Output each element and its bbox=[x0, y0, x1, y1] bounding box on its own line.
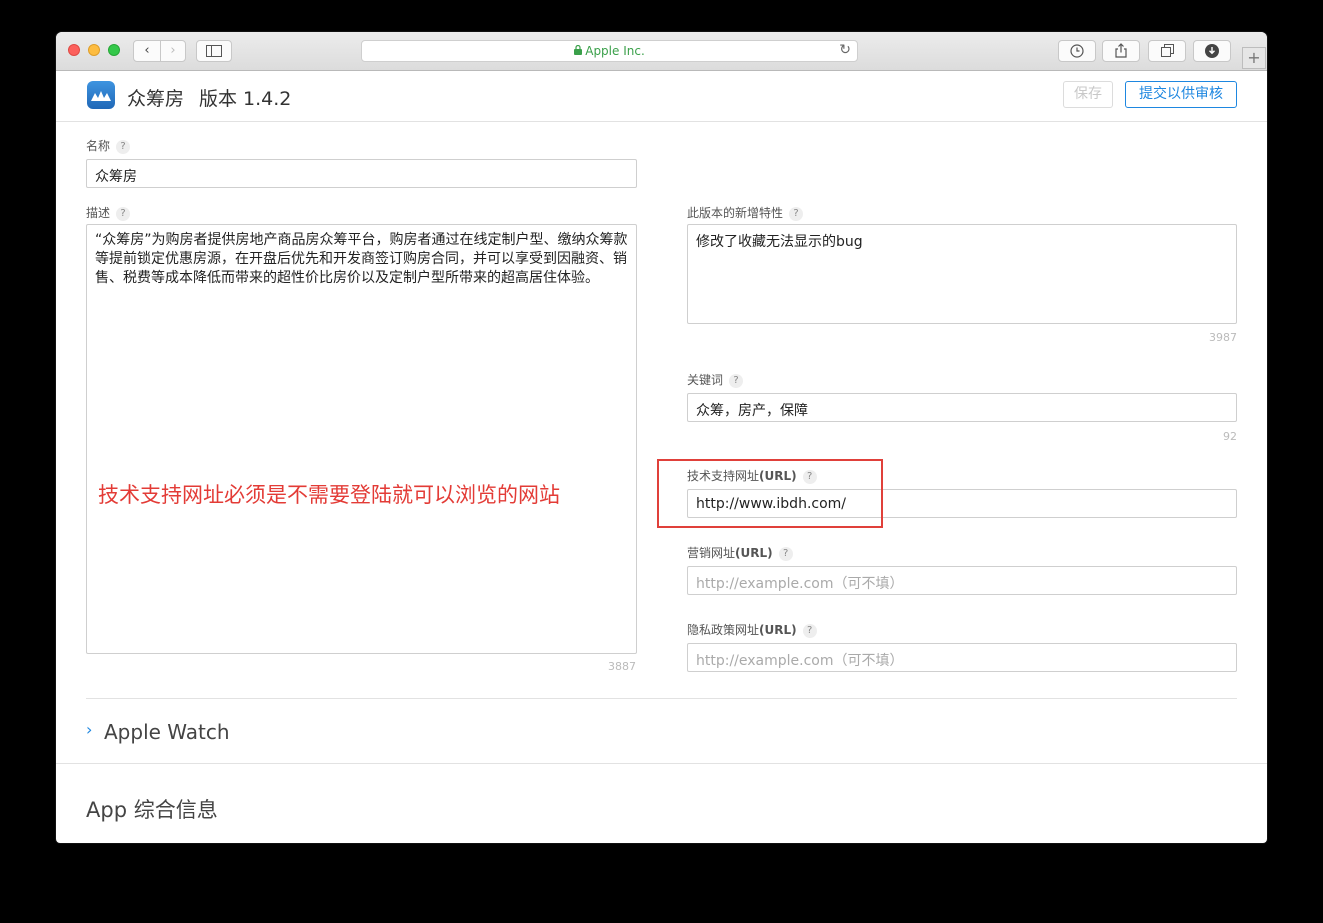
keywords-label: 关键词? bbox=[687, 371, 744, 388]
close-window-button[interactable] bbox=[68, 44, 80, 56]
history-button[interactable] bbox=[1058, 40, 1096, 62]
marketing-url-label: 营销网址(URL)? bbox=[687, 544, 793, 561]
share-icon bbox=[1115, 43, 1127, 58]
help-icon[interactable]: ? bbox=[116, 207, 131, 221]
chevron-right-icon[interactable]: › bbox=[86, 720, 92, 739]
marketing-url-input[interactable]: http://example.com（可不填） bbox=[687, 566, 1237, 595]
sidebar-toggle-button[interactable] bbox=[196, 40, 232, 62]
help-icon[interactable]: ? bbox=[789, 207, 804, 221]
address-text: Apple Inc. bbox=[585, 44, 645, 58]
share-button[interactable] bbox=[1102, 40, 1140, 62]
annotation-text: 技术支持网址必须是不需要登陆就可以浏览的网站 bbox=[98, 483, 560, 507]
section-divider bbox=[86, 698, 1237, 699]
browser-toolbar: ‹ › Apple Inc. ↻ + bbox=[56, 32, 1267, 71]
whats-new-textarea[interactable]: 修改了收藏无法显示的bug bbox=[687, 224, 1237, 324]
keywords-input[interactable]: 众筹，房产，保障 bbox=[687, 393, 1237, 422]
description-char-counter: 3887 bbox=[608, 660, 636, 673]
reload-icon[interactable]: ↻ bbox=[839, 42, 851, 58]
sidebar-icon bbox=[206, 45, 222, 57]
browser-window: ‹ › Apple Inc. ↻ + 众筹房 版本 1.4.2 保存 提交以供审… bbox=[56, 32, 1267, 843]
help-icon[interactable]: ? bbox=[778, 547, 793, 561]
lock-icon bbox=[574, 44, 583, 58]
apple-watch-section-toggle[interactable]: Apple Watch bbox=[104, 720, 230, 744]
whats-new-char-counter: 3987 bbox=[1209, 331, 1237, 344]
tabs-overview-button[interactable] bbox=[1148, 40, 1186, 62]
description-label: 描述? bbox=[86, 204, 131, 221]
highlight-box bbox=[657, 459, 883, 528]
tabs-icon bbox=[1160, 44, 1174, 57]
help-icon[interactable]: ? bbox=[116, 140, 131, 154]
whats-new-label: 此版本的新增特性? bbox=[687, 204, 804, 221]
name-label: 名称? bbox=[86, 137, 131, 154]
app-version: 版本 1.4.2 bbox=[199, 88, 292, 110]
help-icon[interactable]: ? bbox=[729, 374, 744, 388]
submit-for-review-button[interactable]: 提交以供审核 bbox=[1125, 81, 1237, 108]
keywords-char-counter: 92 bbox=[1223, 430, 1237, 443]
name-input[interactable]: 众筹房 bbox=[86, 159, 637, 188]
privacy-url-label: 隐私政策网址(URL)? bbox=[687, 621, 817, 638]
back-button[interactable]: ‹ bbox=[134, 41, 161, 61]
forward-button[interactable]: › bbox=[160, 41, 186, 61]
section-divider bbox=[56, 763, 1267, 764]
help-icon[interactable]: ? bbox=[802, 624, 817, 638]
description-textarea[interactable]: “众筹房”为购房者提供房地产商品房众筹平台，购房者通过在线定制户型、缴纳众筹款等… bbox=[86, 224, 637, 654]
app-logo-icon bbox=[87, 81, 115, 109]
clock-icon bbox=[1070, 44, 1084, 58]
app-header: 众筹房 版本 1.4.2 保存 提交以供审核 bbox=[56, 71, 1267, 122]
privacy-url-input[interactable]: http://example.com（可不填） bbox=[687, 643, 1237, 672]
app-info-section-title: App 综合信息 bbox=[86, 798, 218, 822]
download-icon bbox=[1205, 44, 1219, 58]
downloads-button[interactable] bbox=[1193, 40, 1231, 62]
new-tab-button[interactable]: + bbox=[1242, 47, 1266, 69]
navigation-buttons: ‹ › bbox=[133, 40, 186, 62]
address-bar[interactable]: Apple Inc. ↻ bbox=[361, 40, 858, 62]
maximize-window-button[interactable] bbox=[108, 44, 120, 56]
app-name: 众筹房 bbox=[127, 88, 185, 110]
save-button[interactable]: 保存 bbox=[1063, 81, 1113, 108]
minimize-window-button[interactable] bbox=[88, 44, 100, 56]
